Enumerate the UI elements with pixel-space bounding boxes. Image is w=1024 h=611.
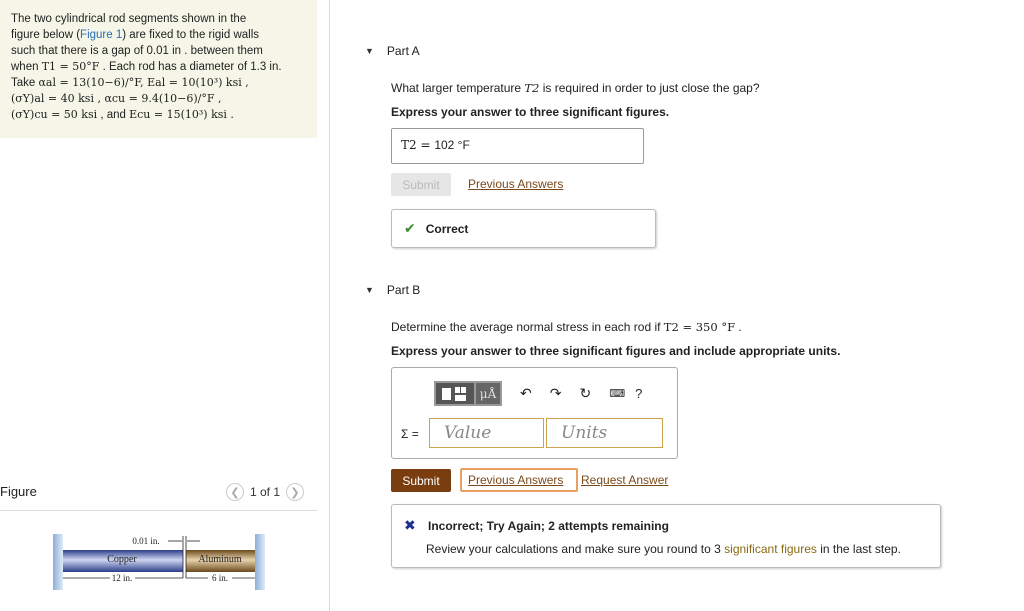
part-b-feedback: ✖ Incorrect; Try Again; 2 attempts remai…	[391, 504, 941, 568]
units-mu-button[interactable]: μÅ	[476, 381, 502, 406]
significant-figures-link[interactable]: significant figures	[724, 542, 817, 556]
rod-diagram: Copper Aluminum 0.01 in. 12 in. 6 in.	[53, 534, 265, 590]
part-a-previous-answers-link[interactable]: Previous Answers	[468, 177, 563, 191]
request-answer-link[interactable]: Request Answer	[581, 473, 668, 487]
value-input[interactable]: Value	[429, 418, 544, 448]
part-a-question: What larger temperature T2 is required i…	[391, 81, 760, 95]
feedback-title: Incorrect; Try Again; 2 attempts remaini…	[428, 519, 669, 533]
reset-icon[interactable]: ↻	[579, 385, 591, 402]
problem-text: figure below (	[11, 29, 81, 41]
aluminum-label: Aluminum	[198, 554, 242, 565]
part-a-title: Part A	[386, 44, 420, 58]
chevron-right-icon[interactable]: ❯	[286, 483, 305, 501]
pager-label: 1 of 1	[250, 485, 281, 499]
chevron-left-icon[interactable]: ❮	[226, 483, 244, 501]
figure-header: Figure ❮ 1 of 1 ❯	[0, 481, 317, 511]
problem-text: when	[11, 61, 42, 73]
units-input[interactable]: Units	[546, 418, 663, 448]
question-math: T2 = 350 °F	[663, 320, 736, 334]
question-text: is required in order to just close the g…	[539, 81, 760, 95]
problem-line-2: figure below (Figure 1) are fixed to the…	[11, 27, 311, 43]
answer-lhs: T2 =	[401, 138, 435, 152]
part-a-answer-field[interactable]: T2 = 102 °F	[391, 128, 644, 164]
right-wall	[255, 534, 265, 590]
problem-text: Take	[11, 77, 39, 89]
left-wall	[53, 534, 63, 590]
feedback-hint: Review your calculations and make sure y…	[426, 542, 901, 556]
problem-text: ) are fixed to the rigid walls	[122, 29, 260, 41]
feedback-label: Correct	[425, 221, 469, 236]
question-math: T2	[524, 81, 540, 95]
gap-label: 0.01 in.	[132, 536, 159, 546]
editor-toolbar: μÅ ↶ ↷ ↻ ⌨ ?	[434, 381, 642, 406]
template-glyph	[442, 386, 466, 401]
problem-line-4: when T1 = 50°F . Each rod has a diameter…	[11, 59, 311, 75]
part-a-header[interactable]: ▼ Part A	[365, 44, 420, 58]
question-text: .	[735, 320, 742, 334]
problem-math: αal = 13(10−6)/°F, Eal = 10(10³) ksi ,	[38, 76, 249, 89]
question-text: What larger temperature	[391, 81, 525, 95]
question-text: Determine the average normal stress in e…	[391, 320, 664, 334]
copper-label: Copper	[107, 554, 137, 565]
problem-text: , and	[97, 109, 130, 121]
problem-line-7: (σY)cu = 50 ksi , and Ecu = 15(10³) ksi …	[11, 107, 311, 123]
problem-line-1: The two cylindrical rod segments shown i…	[11, 13, 247, 25]
part-b-submit-button[interactable]: Submit	[391, 469, 451, 492]
problem-math: (σY)al = 40 ksi , αcu = 9.4(10−6)/°F ,	[11, 92, 222, 105]
left-panel: The two cylindrical rod segments shown i…	[0, 0, 330, 611]
answer-editor: μÅ ↶ ↷ ↻ ⌨ ? Σ = Value Units	[391, 367, 678, 459]
redo-icon[interactable]: ↷	[550, 385, 562, 402]
part-a-instruction: Express your answer to three significant…	[391, 105, 670, 119]
part-b-header[interactable]: ▼ Part B	[365, 283, 420, 297]
cross-icon: ✖	[404, 517, 416, 533]
checkmark-icon: ✔	[404, 220, 416, 236]
part-a-submit-button[interactable]: Submit	[391, 173, 451, 196]
problem-math: T1 = 50°F	[41, 60, 100, 73]
sigma-label: Σ =	[401, 427, 419, 441]
hint-text: in the last step.	[816, 542, 901, 556]
problem-text: . Each rod has a diameter of 1.3 in.	[99, 61, 282, 73]
part-b-instruction: Express your answer to three significant…	[391, 344, 841, 358]
figure-pager: ❮ 1 of 1 ❯	[226, 483, 305, 501]
copper-length: 12 in.	[112, 573, 133, 583]
problem-line-3: such that there is a gap of 0.01 in . be…	[11, 45, 263, 57]
undo-icon[interactable]: ↶	[520, 385, 532, 402]
problem-math: Ecu = 15(10³) ksi .	[129, 108, 234, 121]
caret-down-icon[interactable]: ▼	[365, 285, 374, 295]
problem-line-5: Take αal = 13(10−6)/°F, Eal = 10(10³) ks…	[11, 75, 311, 91]
problem-statement: The two cylindrical rod segments shown i…	[0, 0, 317, 138]
part-b-previous-answers-link[interactable]: Previous Answers	[468, 473, 563, 487]
part-b-title: Part B	[386, 283, 421, 297]
figure-link[interactable]: Figure 1	[80, 29, 122, 41]
caret-down-icon[interactable]: ▼	[365, 46, 374, 56]
aluminum-length: 6 in.	[212, 573, 228, 583]
figure-title: Figure	[0, 484, 37, 499]
keyboard-icon[interactable]: ⌨	[609, 387, 625, 400]
answer-value: 102 °F	[434, 138, 470, 152]
problem-line-6: (σY)al = 40 ksi , αcu = 9.4(10−6)/°F ,	[11, 91, 311, 107]
figure-diagram[interactable]: Copper Aluminum 0.01 in. 12 in. 6 in.	[50, 530, 270, 600]
part-a-feedback: ✔ Correct	[391, 209, 656, 248]
help-icon[interactable]: ?	[635, 386, 642, 401]
problem-math: (σY)cu = 50 ksi	[11, 108, 98, 121]
part-b-question: Determine the average normal stress in e…	[391, 320, 742, 334]
template-icon[interactable]	[434, 381, 476, 406]
hint-text: Review your calculations and make sure y…	[426, 542, 725, 556]
